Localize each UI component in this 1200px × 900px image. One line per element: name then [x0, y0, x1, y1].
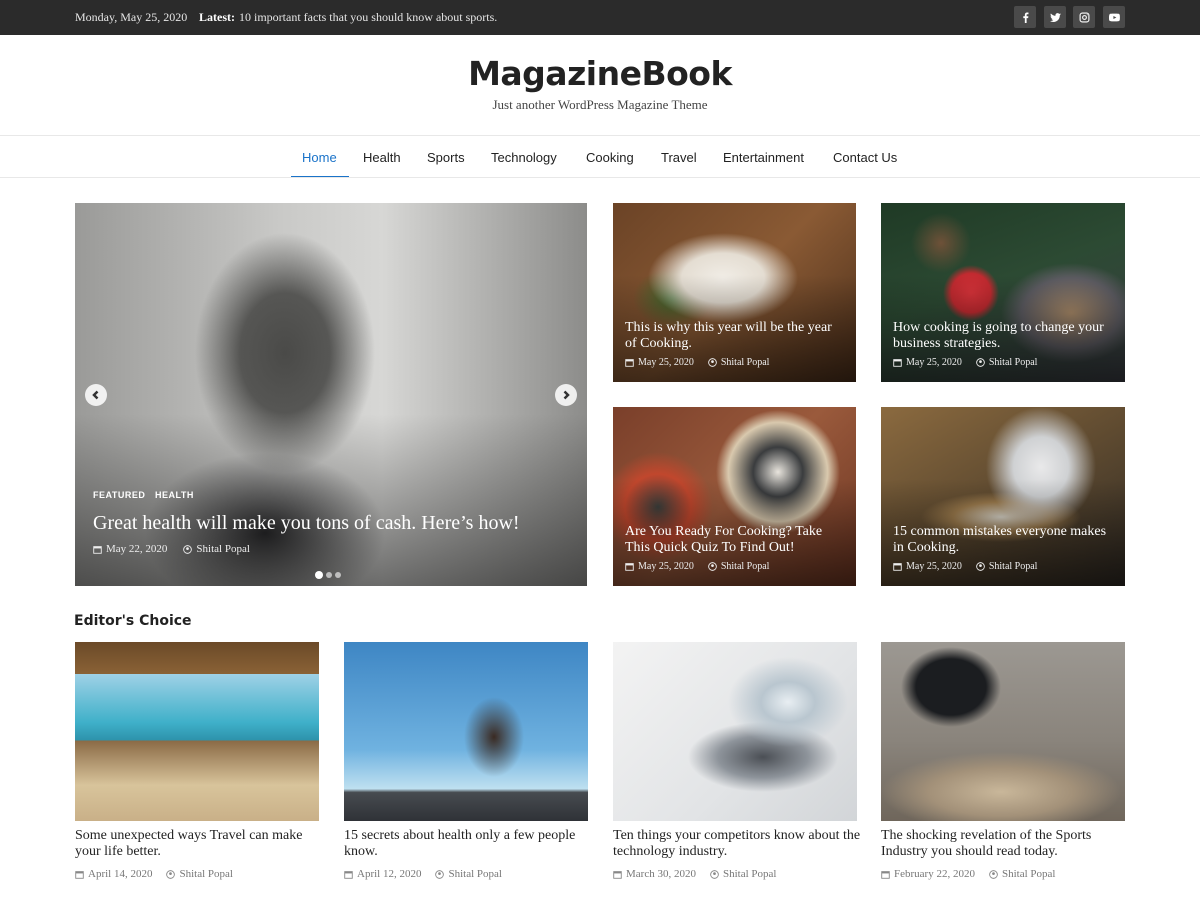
section-heading: Editor's Choice	[74, 613, 192, 629]
current-date: Monday, May 25, 2020	[75, 10, 188, 24]
slider-prev-button[interactable]	[85, 384, 107, 406]
nav-item-cooking[interactable]: Cooking	[586, 150, 634, 165]
post-title[interactable]: How cooking is going to change your busi…	[893, 320, 1113, 352]
post-date[interactable]: April 12, 2020	[357, 868, 421, 880]
post-author[interactable]: Shital Popal	[989, 561, 1038, 572]
post-meta: May 22, 2020 Shital Popal	[93, 543, 250, 555]
divider	[0, 135, 1200, 136]
nav-item-health[interactable]: Health	[363, 150, 401, 165]
hero-title[interactable]: Great health will make you tons of cash.…	[93, 512, 520, 535]
post-author[interactable]: Shital Popal	[1002, 868, 1055, 880]
post-author[interactable]: Shital Popal	[196, 543, 249, 555]
post-meta: May 25, 2020 Shital Popal	[625, 561, 769, 572]
category-tag[interactable]: FEATURED	[93, 490, 145, 500]
nav-item-technology[interactable]: Technology	[491, 150, 557, 165]
calendar-icon	[625, 563, 634, 571]
user-icon	[435, 869, 445, 879]
facebook-icon[interactable]	[1014, 6, 1036, 28]
calendar-icon	[893, 563, 902, 571]
post-date[interactable]: May 25, 2020	[906, 561, 962, 572]
user-icon	[989, 869, 998, 879]
post-date[interactable]: May 25, 2020	[906, 357, 962, 368]
featured-post-card[interactable]: Are You Ready For Cooking? Take This Qui…	[613, 407, 856, 586]
instagram-icon[interactable]	[1073, 6, 1095, 28]
youtube-icon[interactable]	[1103, 6, 1125, 28]
post-date[interactable]: March 30, 2020	[626, 868, 696, 880]
nav-item-sports[interactable]: Sports	[427, 150, 465, 165]
post-author[interactable]: Shital Popal	[179, 868, 232, 880]
chevron-left-icon	[92, 390, 99, 400]
calendar-icon	[881, 870, 890, 879]
post-author[interactable]: Shital Popal	[989, 357, 1038, 368]
post-meta: March 30, 2020 Shital Popal	[613, 868, 776, 880]
post-date[interactable]: February 22, 2020	[894, 868, 975, 880]
slider-dot[interactable]	[326, 572, 332, 578]
post-author[interactable]: Shital Popal	[721, 357, 770, 368]
post-meta: February 22, 2020 Shital Popal	[881, 868, 1055, 880]
calendar-icon	[613, 870, 622, 879]
calendar-icon	[893, 359, 902, 367]
nav-item-contact-us[interactable]: Contact Us	[833, 150, 897, 165]
latest-news-link[interactable]: 10 important facts that you should know …	[239, 10, 497, 25]
user-icon	[708, 562, 717, 571]
post-thumbnail[interactable]	[75, 642, 319, 821]
post-title[interactable]: Ten things your competitors know about t…	[613, 828, 863, 860]
post-meta: May 25, 2020 Shital Popal	[893, 561, 1037, 572]
post-date[interactable]: May 25, 2020	[638, 357, 694, 368]
post-author[interactable]: Shital Popal	[723, 868, 776, 880]
post-date[interactable]: May 22, 2020	[106, 543, 167, 555]
post-date[interactable]: May 25, 2020	[638, 561, 694, 572]
post-meta: April 12, 2020 Shital Popal	[344, 868, 502, 880]
slider-dot[interactable]	[335, 572, 341, 578]
featured-post-card[interactable]: How cooking is going to change your busi…	[881, 203, 1125, 382]
nav-item-entertainment[interactable]: Entertainment	[723, 150, 804, 165]
post-title[interactable]: Some unexpected ways Travel can make you…	[75, 828, 325, 860]
nav-item-home[interactable]: Home	[302, 150, 337, 165]
site-tagline: Just another WordPress Magazine Theme	[492, 97, 708, 112]
post-author[interactable]: Shital Popal	[721, 561, 770, 572]
image-overlay	[75, 413, 587, 586]
hero-slider[interactable]: FEATURED HEALTH Great health will make y…	[75, 203, 587, 586]
slider-dot[interactable]	[315, 571, 323, 579]
post-date[interactable]: April 14, 2020	[88, 868, 152, 880]
post-meta: May 25, 2020 Shital Popal	[625, 357, 769, 368]
calendar-icon	[344, 870, 353, 879]
top-bar: Monday, May 25, 2020 Latest: 10 importan…	[0, 0, 1200, 35]
post-title[interactable]: Are You Ready For Cooking? Take This Qui…	[625, 524, 845, 556]
category-tag[interactable]: HEALTH	[155, 490, 194, 500]
user-icon	[708, 358, 717, 367]
user-icon	[976, 358, 985, 367]
divider	[0, 177, 1200, 178]
user-icon	[710, 869, 719, 879]
nav-item-travel[interactable]: Travel	[661, 150, 697, 165]
post-thumbnail[interactable]	[613, 642, 857, 821]
user-icon	[183, 544, 193, 554]
calendar-icon	[93, 545, 102, 554]
calendar-icon	[625, 359, 634, 367]
slider-next-button[interactable]	[555, 384, 577, 406]
post-title[interactable]: This is why this year will be the year o…	[625, 320, 845, 352]
post-author[interactable]: Shital Popal	[448, 868, 501, 880]
post-title[interactable]: 15 secrets about health only a few peopl…	[344, 828, 594, 860]
user-icon	[166, 869, 176, 879]
latest-label: Latest:	[199, 10, 235, 24]
slider-dots	[315, 571, 341, 579]
post-meta: May 25, 2020 Shital Popal	[893, 357, 1037, 368]
chevron-right-icon	[563, 390, 570, 400]
post-thumbnail[interactable]	[344, 642, 588, 821]
featured-post-card[interactable]: 15 common mistakes everyone makes in Coo…	[881, 407, 1125, 586]
site-title[interactable]: MagazineBook	[0, 54, 1200, 93]
twitter-icon[interactable]	[1044, 6, 1066, 28]
post-title[interactable]: 15 common mistakes everyone makes in Coo…	[893, 524, 1113, 556]
post-thumbnail[interactable]	[881, 642, 1125, 821]
post-meta: April 14, 2020 Shital Popal	[75, 868, 233, 880]
featured-post-card[interactable]: This is why this year will be the year o…	[613, 203, 856, 382]
user-icon	[976, 562, 985, 571]
calendar-icon	[75, 870, 84, 879]
post-title[interactable]: The shocking revelation of the Sports In…	[881, 828, 1131, 860]
